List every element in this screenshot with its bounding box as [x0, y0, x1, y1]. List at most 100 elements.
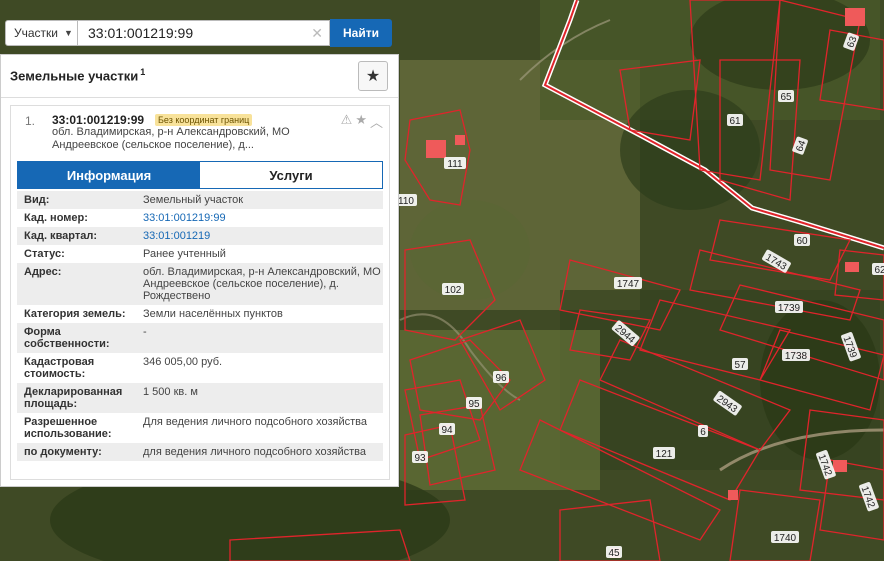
- search-bar: Участки ▼ 33:01:001219:99 ✕ Найти: [5, 19, 395, 48]
- parcel-label[interactable]: 6: [698, 425, 708, 438]
- svg-text:1747: 1747: [617, 279, 640, 290]
- results-panel: Земельные участки 1 ★ 1. 33:01:001219:99 …: [0, 54, 399, 487]
- info-row-status: Статус: Ранее учтенный: [17, 245, 383, 263]
- parcel-label[interactable]: 95: [466, 397, 482, 410]
- parcel-label[interactable]: 1739: [775, 301, 803, 314]
- info-value: 346 005,00 руб.: [143, 356, 223, 368]
- info-key: Вид:: [24, 194, 50, 206]
- building-marker: [728, 490, 738, 500]
- search-input-value: 33:01:001219:99: [88, 25, 194, 41]
- panel-title-count: 1: [140, 67, 146, 77]
- category-label: Участки: [14, 26, 58, 40]
- building-marker: [833, 460, 847, 472]
- info-row-by-document: по документу: для ведения личного подсоб…: [17, 443, 383, 461]
- parcel-label[interactable]: 96: [493, 371, 509, 384]
- parcel-label[interactable]: 111: [444, 157, 466, 170]
- star-icon: ★: [365, 68, 381, 85]
- svg-text:1740: 1740: [774, 533, 797, 544]
- svg-text:62: 62: [874, 265, 884, 276]
- search-input[interactable]: 33:01:001219:99 ✕: [78, 20, 330, 46]
- svg-text:110: 110: [398, 196, 414, 207]
- parcel-label[interactable]: 1740: [771, 531, 799, 544]
- parcel-label[interactable]: 102: [442, 283, 464, 296]
- svg-text:1738: 1738: [785, 351, 808, 362]
- info-row-land-category: Категория земель: Земли населённых пункт…: [17, 305, 383, 323]
- parcel-label[interactable]: 121: [653, 447, 675, 460]
- svg-text:1739: 1739: [778, 303, 801, 314]
- result-address: обл. Владимирская, р-н Александровский, …: [52, 126, 290, 151]
- info-key: Кад. номер:: [24, 212, 88, 224]
- svg-text:93: 93: [414, 453, 426, 464]
- info-row-permitted-use: Разрешенное использование: Для ведения л…: [17, 413, 383, 443]
- parcel-label[interactable]: 57: [732, 358, 748, 371]
- info-key: Разрешенное использование:: [24, 416, 112, 440]
- info-key: Категория земель:: [24, 308, 126, 320]
- info-value: обл. Владимирская, р-н Александровский, …: [143, 266, 381, 302]
- info-row-kind: Вид: Земельный участок: [17, 191, 383, 209]
- svg-text:102: 102: [445, 285, 462, 296]
- panel-title-text: Земельные участки: [10, 68, 139, 84]
- info-value: -: [143, 326, 147, 338]
- info-value: для ведения личного подсобного хозяйства: [143, 446, 366, 458]
- panel-title: Земельные участки 1: [10, 67, 145, 83]
- parcel-label[interactable]: 60: [794, 234, 810, 247]
- parcel-label[interactable]: 93: [412, 451, 428, 464]
- svg-text:111: 111: [447, 159, 463, 170]
- svg-text:6: 6: [700, 427, 706, 438]
- chevron-up-icon[interactable]: ︿: [370, 112, 383, 131]
- info-table: Вид: Земельный участок Кад. номер: 33:01…: [17, 191, 383, 461]
- svg-text:61: 61: [729, 116, 741, 127]
- info-value: Для ведения личного подсобного хозяйства: [143, 416, 367, 428]
- result-index: 1.: [25, 114, 36, 128]
- info-value: Ранее учтенный: [143, 248, 226, 260]
- parcel-label[interactable]: 1747: [614, 277, 642, 290]
- panel-header: Земельные участки 1 ★: [1, 55, 398, 98]
- caret-down-icon: ▼: [64, 28, 73, 38]
- find-button[interactable]: Найти: [330, 19, 392, 47]
- info-key: Адрес:: [24, 266, 62, 278]
- info-key: Кад. квартал:: [24, 230, 98, 242]
- info-row-cadastral-value: Кадастровая стоимость: 346 005,00 руб.: [17, 353, 383, 383]
- svg-text:57: 57: [734, 360, 746, 371]
- tab-services[interactable]: Услуги: [200, 162, 382, 188]
- result-card: 1. 33:01:001219:99 Без координат границ …: [10, 105, 390, 480]
- no-coordinates-badge: Без координат границ: [155, 114, 253, 126]
- clear-icon[interactable]: ✕: [311, 25, 323, 42]
- svg-text:94: 94: [441, 425, 453, 436]
- building-marker: [455, 135, 465, 145]
- info-tabs: Информация Услуги: [17, 161, 383, 189]
- result-cad-number[interactable]: 33:01:001219:99: [52, 113, 144, 127]
- parcel-label[interactable]: 61: [727, 114, 743, 127]
- svg-text:121: 121: [656, 449, 673, 460]
- info-key: по документу:: [24, 446, 102, 458]
- warning-icon[interactable]: ⚠: [341, 112, 353, 131]
- svg-text:95: 95: [468, 399, 480, 410]
- star-outline-icon[interactable]: ★: [355, 112, 367, 131]
- result-actions: ⚠ ★ ︿: [341, 112, 383, 131]
- info-value: 1 500 кв. м: [143, 386, 198, 398]
- parcel-label[interactable]: 1738: [782, 349, 810, 362]
- building-marker: [845, 262, 859, 272]
- svg-text:45: 45: [608, 548, 620, 559]
- tab-info[interactable]: Информация: [18, 162, 200, 188]
- info-row-cad-number: Кад. номер: 33:01:001219:99: [17, 209, 383, 227]
- info-key: Статус:: [24, 248, 65, 260]
- info-key: Декларированная площадь:: [24, 386, 123, 410]
- svg-text:60: 60: [796, 236, 808, 247]
- category-select[interactable]: Участки ▼: [5, 20, 78, 46]
- info-row-address: Адрес: обл. Владимирская, р-н Александро…: [17, 263, 383, 305]
- info-row-cad-quarter: Кад. квартал: 33:01:001219: [17, 227, 383, 245]
- parcel-label[interactable]: 65: [778, 90, 794, 103]
- info-row-ownership: Форма собственности: -: [17, 323, 383, 353]
- favorites-button[interactable]: ★: [358, 61, 388, 91]
- building-marker: [845, 8, 865, 26]
- parcel-label[interactable]: 94: [439, 423, 455, 436]
- svg-text:65: 65: [780, 92, 792, 103]
- info-value: Земельный участок: [143, 194, 244, 206]
- cad-quarter-link[interactable]: 33:01:001219: [137, 230, 383, 242]
- parcel-label[interactable]: 62: [872, 263, 884, 276]
- cad-number-link[interactable]: 33:01:001219:99: [137, 212, 383, 224]
- parcel-label[interactable]: 45: [606, 546, 622, 559]
- info-key: Кадастровая стоимость:: [24, 356, 95, 380]
- info-row-area: Декларированная площадь: 1 500 кв. м: [17, 383, 383, 413]
